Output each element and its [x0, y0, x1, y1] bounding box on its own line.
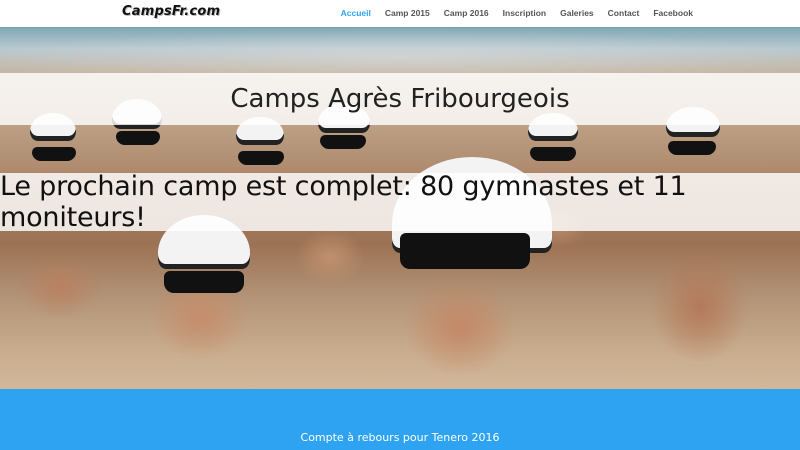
sunglasses-decoration: [238, 151, 284, 165]
sunglasses-decoration: [32, 147, 76, 161]
sunglasses-decoration: [116, 131, 160, 145]
nav-item-camp-2015[interactable]: Camp 2015: [378, 0, 437, 27]
hero-announcement: Le prochain camp est complet: 80 gymnast…: [0, 171, 687, 233]
nav-item-facebook[interactable]: Facebook: [646, 0, 700, 27]
nav-item-contact[interactable]: Contact: [601, 0, 647, 27]
sunglasses-decoration: [164, 271, 244, 293]
hero-title: Camps Agrès Fribourgeois: [230, 84, 570, 114]
sunglasses-decoration: [320, 135, 366, 149]
main-nav: Accueil Camp 2015 Camp 2016 Inscription …: [334, 0, 700, 27]
site-header: CampsFr.com Accueil Camp 2015 Camp 2016 …: [0, 0, 800, 27]
hero-section: Camps Agrès Fribourgeois Le prochain cam…: [0, 27, 800, 389]
nav-item-inscription[interactable]: Inscription: [496, 0, 553, 27]
nav-item-accueil[interactable]: Accueil: [334, 0, 378, 27]
countdown-label: Compte à rebours pour Tenero 2016: [300, 431, 500, 444]
title-band: Camps Agrès Fribourgeois: [0, 73, 800, 125]
countdown-section: Compte à rebours pour Tenero 2016: [0, 389, 800, 450]
sunglasses-decoration: [530, 147, 576, 161]
nav-item-galeries[interactable]: Galeries: [553, 0, 601, 27]
nav-item-camp-2016[interactable]: Camp 2016: [437, 0, 496, 27]
sunglasses-decoration: [668, 141, 716, 155]
announcement-band: Le prochain camp est complet: 80 gymnast…: [0, 171, 800, 233]
site-logo[interactable]: CampsFr.com: [122, 4, 220, 22]
sunglasses-decoration: [400, 233, 530, 269]
